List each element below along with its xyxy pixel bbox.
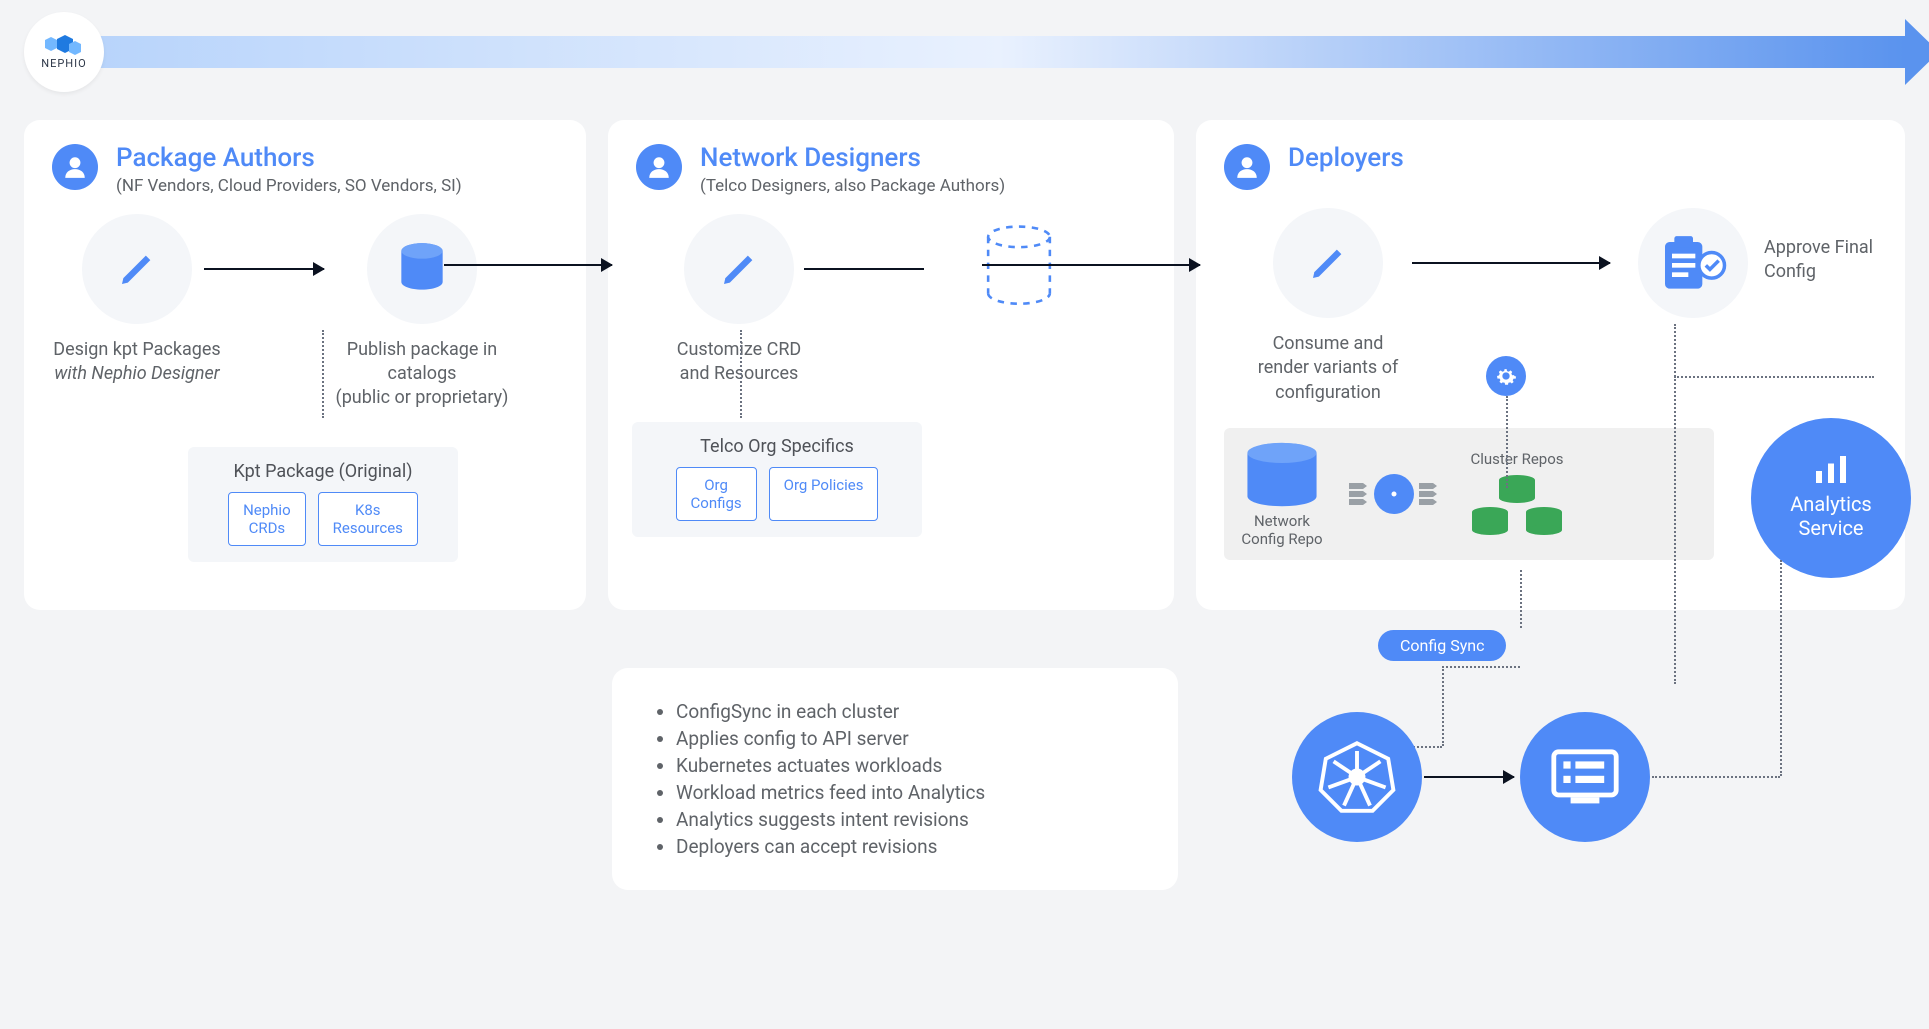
note-item: Applies config to API server bbox=[676, 727, 1144, 750]
pencil-icon bbox=[684, 214, 794, 324]
chip-org-policies: Org Policies bbox=[769, 467, 879, 521]
dashboard-icon bbox=[1520, 712, 1650, 842]
analytics-label: Analytics Service bbox=[1790, 492, 1872, 540]
deployers-flow: Consume and render variants of configura… bbox=[1224, 208, 1877, 418]
note-item: Deployers can accept revisions bbox=[676, 835, 1144, 858]
author-design-node: Design kpt Packages with Nephio Designer bbox=[52, 214, 222, 387]
hexes-icon bbox=[43, 35, 85, 59]
deployer-approve-caption: Approve Final Config bbox=[1764, 236, 1924, 285]
dotted-connector bbox=[1442, 666, 1444, 746]
dotted-connector bbox=[1674, 324, 1676, 684]
author-publish-node: Publish package in catalogs (public or p… bbox=[322, 214, 522, 411]
notes-card: ConfigSync in each cluster Applies confi… bbox=[612, 668, 1178, 890]
gear-icon bbox=[1374, 474, 1414, 514]
dotted-connector bbox=[1652, 776, 1780, 778]
panel-package-authors: Package Authors (NF Vendors, Cloud Provi… bbox=[24, 120, 586, 610]
kpt-package-box: Kpt Package (Original) Nephio CRDs K8s R… bbox=[188, 447, 458, 562]
deployer-approve-node bbox=[1628, 208, 1758, 318]
pkg-box-title: Kpt Package (Original) bbox=[234, 461, 413, 482]
config-sync-pill: Config Sync bbox=[1378, 630, 1506, 661]
panel-header: Network Designers (Telco Designers, also… bbox=[636, 144, 1146, 196]
brand-text: NEPHIO bbox=[41, 57, 86, 70]
stream-arrows-icon bbox=[1418, 479, 1440, 509]
designers-flow: Customize CRD and Resources bbox=[636, 214, 1146, 387]
stream-arrows-icon bbox=[1348, 479, 1370, 509]
pill-label: Config Sync bbox=[1400, 636, 1484, 655]
database-icon bbox=[1238, 440, 1326, 512]
flow-timeline: NEPHIO bbox=[24, 18, 1905, 86]
chip-k8s-resources: K8s Resources bbox=[318, 492, 418, 546]
nephio-logo: NEPHIO bbox=[24, 12, 104, 92]
caption-em: with Nephio Designer bbox=[54, 363, 219, 384]
flow-arrow bbox=[204, 268, 324, 270]
panel-subtitle: (NF Vendors, Cloud Providers, SO Vendors… bbox=[116, 176, 462, 196]
author-publish-caption: Publish package in catalogs (public or p… bbox=[322, 338, 522, 411]
note-item: Kubernetes actuates workloads bbox=[676, 754, 1144, 777]
panel-network-designers: Network Designers (Telco Designers, also… bbox=[608, 120, 1174, 610]
timeline-arrow bbox=[94, 36, 1905, 68]
note-item: Workload metrics feed into Analytics bbox=[676, 781, 1144, 804]
database-icon bbox=[367, 214, 477, 324]
network-config-repo-label: Network Config Repo bbox=[1241, 512, 1322, 548]
clipboard-check-icon bbox=[1638, 208, 1748, 318]
panel-subtitle: (Telco Designers, also Package Authors) bbox=[700, 176, 1005, 196]
panel-header: Package Authors (NF Vendors, Cloud Provi… bbox=[52, 144, 558, 196]
designer-customize-caption: Customize CRD and Resources bbox=[677, 338, 802, 387]
panel-header: Deployers bbox=[1224, 144, 1877, 190]
gear-icon bbox=[1486, 356, 1526, 396]
dotted-connector bbox=[1780, 560, 1782, 776]
panel-title: Network Designers bbox=[700, 144, 1005, 174]
user-icon bbox=[52, 144, 98, 190]
bar-chart-icon bbox=[1813, 456, 1849, 486]
analytics-service: Analytics Service bbox=[1751, 418, 1911, 578]
pencil-icon bbox=[82, 214, 192, 324]
dashed-cylinder-icon bbox=[964, 214, 1074, 324]
dotted-connector bbox=[1674, 376, 1874, 378]
cluster-repos-label: Cluster Repos bbox=[1470, 450, 1563, 468]
user-icon bbox=[636, 144, 682, 190]
dotted-connector bbox=[1442, 666, 1520, 668]
panels-row: Package Authors (NF Vendors, Cloud Provi… bbox=[24, 120, 1905, 610]
kubernetes-icon bbox=[1292, 712, 1422, 842]
flow-line bbox=[804, 268, 924, 270]
dotted-connector bbox=[322, 330, 324, 418]
flow-arrow bbox=[1412, 262, 1610, 264]
flow-arrow bbox=[982, 264, 1200, 266]
cluster-repos-icon bbox=[1462, 468, 1572, 538]
repo-transfer-box: Network Config Repo Cluster Repos bbox=[1224, 428, 1714, 560]
note-item: Analytics suggests intent revisions bbox=[676, 808, 1144, 831]
note-item: ConfigSync in each cluster bbox=[676, 700, 1144, 723]
caption-line: Design kpt Packages bbox=[53, 339, 220, 360]
panel-deployers: Deployers Consume and render variants of… bbox=[1196, 120, 1905, 610]
designer-placeholder-node bbox=[934, 214, 1104, 324]
telco-specifics-box: Telco Org Specifics Org Configs Org Poli… bbox=[632, 422, 922, 537]
author-design-caption: Design kpt Packages with Nephio Designer bbox=[53, 338, 220, 387]
flow-arrow bbox=[444, 264, 612, 266]
panel-title: Package Authors bbox=[116, 144, 462, 174]
dotted-connector bbox=[740, 330, 742, 418]
pkg-box-title: Telco Org Specifics bbox=[700, 436, 854, 457]
deployer-consume-caption: Consume and render variants of configura… bbox=[1258, 332, 1398, 405]
panel-title: Deployers bbox=[1288, 144, 1404, 174]
pencil-icon bbox=[1273, 208, 1383, 318]
chip-org-configs: Org Configs bbox=[676, 467, 757, 521]
notes-list: ConfigSync in each cluster Applies confi… bbox=[646, 700, 1144, 858]
chip-nephio-crds: Nephio CRDs bbox=[228, 492, 306, 546]
deployer-consume-node: Consume and render variants of configura… bbox=[1228, 208, 1428, 405]
flow-arrow bbox=[1424, 776, 1514, 778]
authors-flow: Design kpt Packages with Nephio Designer… bbox=[52, 214, 558, 411]
dotted-connector bbox=[1506, 396, 1508, 488]
user-icon bbox=[1224, 144, 1270, 190]
designer-customize-node: Customize CRD and Resources bbox=[654, 214, 824, 387]
dotted-connector bbox=[1520, 570, 1522, 628]
